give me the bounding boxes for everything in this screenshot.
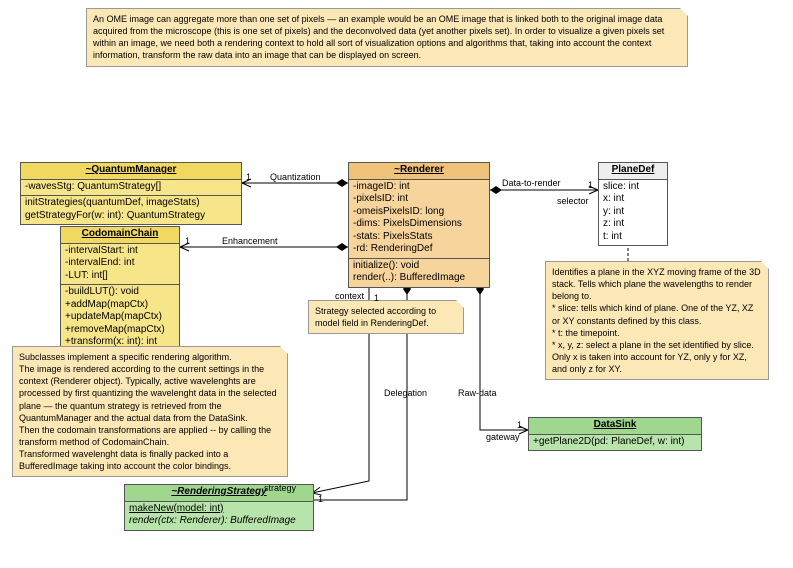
note-text: An OME image can aggregate more than one… <box>93 14 664 60</box>
class-quantum-manager: ~QuantumManager -wavesStg: QuantumStrate… <box>20 162 242 225</box>
note-planedef: Identifies a plane in the XYZ moving fra… <box>545 261 769 380</box>
label-gateway: gateway <box>486 432 520 442</box>
note-text: Subclasses implement a specific renderin… <box>19 352 277 471</box>
class-data-sink: DataSink +getPlane2D(pd: PlaneDef, w: in… <box>528 417 702 451</box>
class-title: ~Renderer <box>349 163 489 179</box>
class-renderer: ~Renderer -imageID: int -pixelsID: int -… <box>348 162 490 288</box>
class-attrs: slice: int x: int y: int z: int t: int <box>599 179 667 246</box>
note-text: Strategy selected according to model fie… <box>315 306 436 328</box>
note-subclasses: Subclasses implement a specific renderin… <box>12 346 288 477</box>
class-codomain-chain: CodomainChain -intervalStart: int -inter… <box>60 226 180 352</box>
class-attrs: -imageID: int -pixelsID: int -omeisPixel… <box>349 179 489 258</box>
note-strategy: Strategy selected according to model fie… <box>308 300 464 334</box>
label-enhancement: Enhancement <box>222 236 278 246</box>
class-attrs: -intervalStart: int -intervalEnd: int -L… <box>61 243 179 285</box>
label-raw-data: Raw-data <box>458 388 497 398</box>
note-text: Identifies a plane in the XYZ moving fra… <box>552 267 761 374</box>
label-selector: selector <box>557 196 589 206</box>
class-plane-def: PlaneDef slice: int x: int y: int z: int… <box>598 162 668 246</box>
label-data-to-render: Data-to-render <box>502 178 561 188</box>
label-one: 1 <box>318 494 323 504</box>
label-one: 1 <box>246 172 251 182</box>
class-title: CodomainChain <box>61 227 179 243</box>
op-static: makeNew(model: int) <box>129 503 223 514</box>
class-ops: -buildLUT(): void +addMap(mapCtx) +updat… <box>61 284 179 351</box>
class-title: ~QuantumManager <box>21 163 241 179</box>
label-context: context <box>335 291 364 301</box>
op-abstract: render(ctx: Renderer): BufferedImage <box>129 515 296 526</box>
class-ops: initStrategies(quantumDef, imageStats) g… <box>21 195 241 224</box>
class-attrs: -wavesStg: QuantumStrategy[] <box>21 179 241 196</box>
class-ops: makeNew(model: int) render(ctx: Renderer… <box>125 501 313 530</box>
class-ops: initialize(): void render(..): BufferedI… <box>349 258 489 287</box>
note-top: An OME image can aggregate more than one… <box>86 8 688 67</box>
label-one: 1 <box>517 420 522 430</box>
label-one: 1 <box>374 293 379 303</box>
label-delegation: Delegation <box>384 388 427 398</box>
label-one: 1 <box>185 236 190 246</box>
class-title: PlaneDef <box>599 163 667 179</box>
label-quantization: Quantization <box>270 172 321 182</box>
label-strategy: strategy <box>264 483 296 493</box>
class-ops: +getPlane2D(pd: PlaneDef, w: int) <box>529 434 701 451</box>
class-title: DataSink <box>529 418 701 434</box>
label-one: 1 <box>588 180 593 190</box>
